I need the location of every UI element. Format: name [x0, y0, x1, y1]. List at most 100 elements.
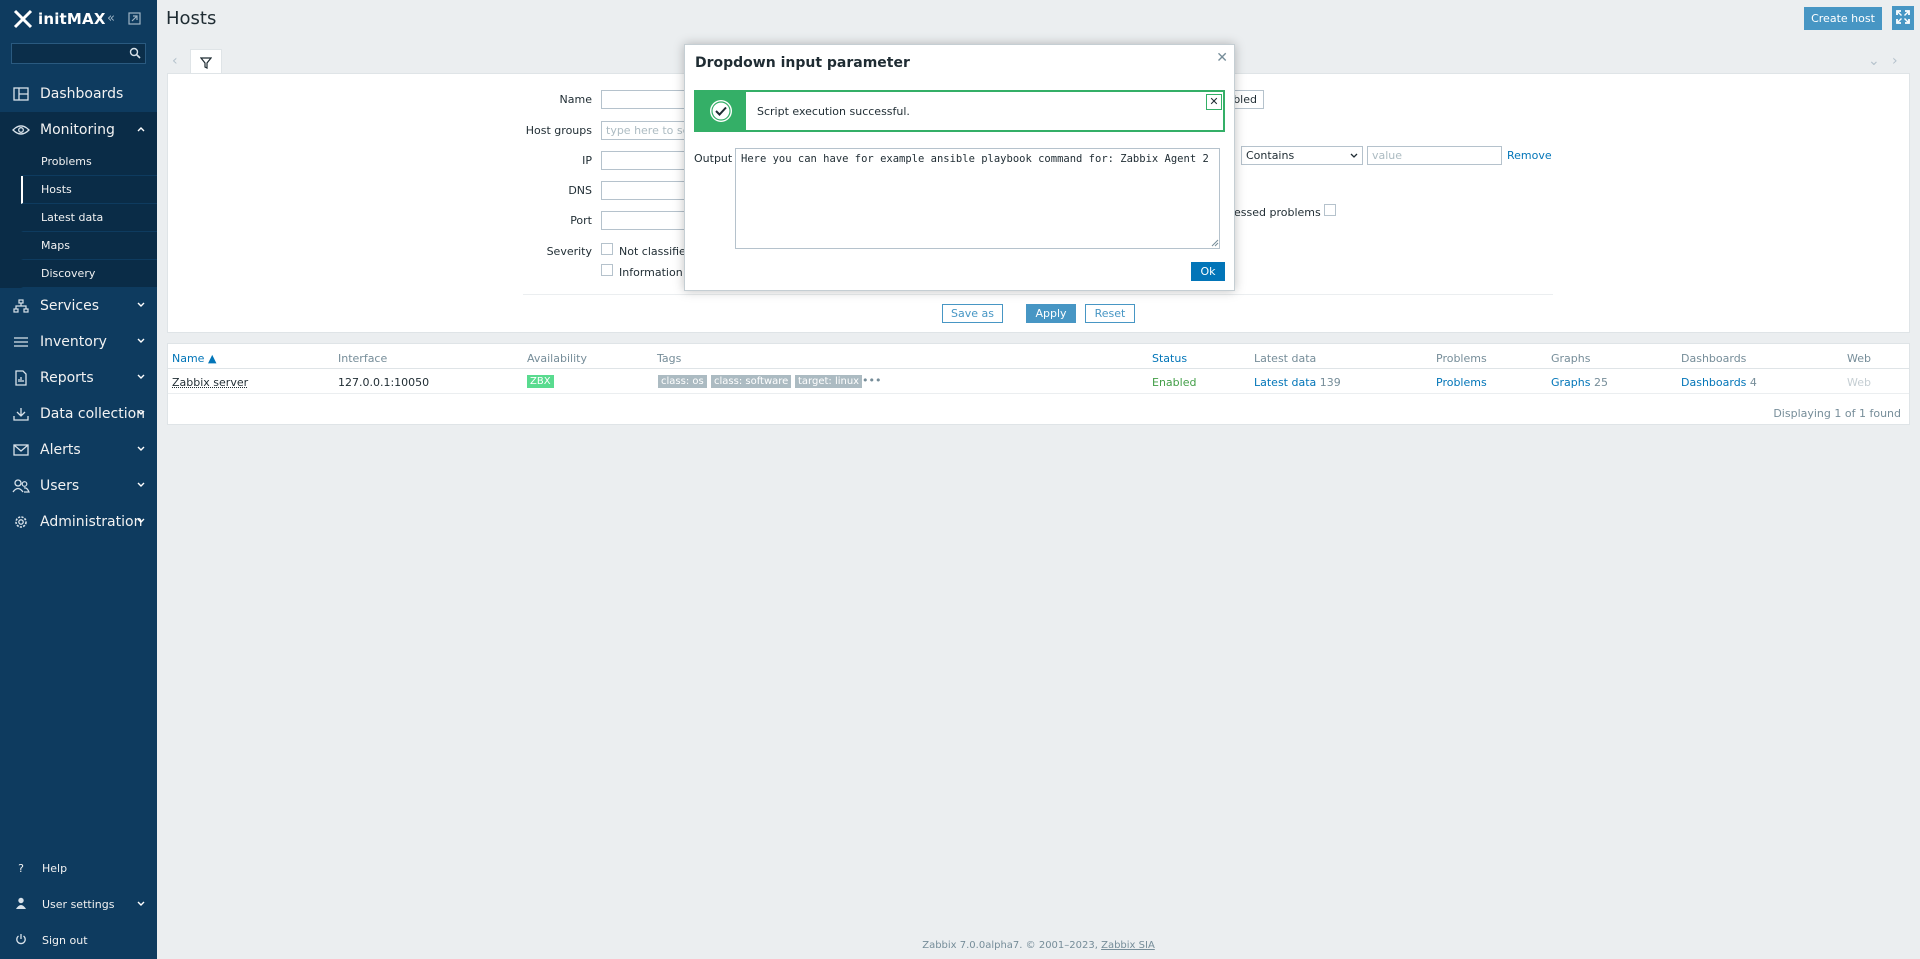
footer-text: Zabbix 7.0.0alpha7. © 2001–2023, [922, 940, 1102, 951]
host-tag[interactable]: class: os [658, 375, 707, 388]
chevron-left-icon[interactable]: ‹ [172, 53, 178, 69]
filter-divider [523, 294, 1553, 295]
show-suppressed-checkbox[interactable] [1324, 204, 1336, 216]
initmax-logo-icon [13, 9, 33, 29]
menu-item-reports[interactable]: Reports [0, 360, 157, 396]
reports-icon [12, 369, 30, 387]
header-divider [168, 368, 1909, 369]
apply-button[interactable]: Apply [1026, 304, 1076, 323]
ip-label: IP [582, 154, 592, 167]
tag-operator-select[interactable]: Contains [1241, 146, 1363, 165]
check-circle-icon [710, 100, 732, 122]
severity-not-classified-checkbox[interactable] [601, 243, 613, 255]
menu-item-users[interactable]: Users [0, 468, 157, 504]
sidebar: initMAX « Dashboards Monitoring Problems… [0, 0, 157, 959]
chevron-down-icon[interactable]: ⌄ [1868, 53, 1880, 69]
monitoring-submenu: Problems Hosts Latest data Maps Discover… [0, 148, 157, 288]
eye-icon [12, 121, 30, 139]
output-label: Output [694, 152, 733, 165]
sidebar-search-input[interactable] [11, 43, 146, 64]
menu-item-services[interactable]: Services [0, 288, 157, 324]
dashboards-link[interactable]: Dashboards [1681, 376, 1746, 389]
ok-button[interactable]: Ok [1191, 262, 1225, 281]
menu-item-administration[interactable]: Administration [0, 504, 157, 540]
chevron-down-icon [137, 302, 145, 307]
list-icon [12, 333, 30, 351]
menu-item-dashboards[interactable]: Dashboards [0, 76, 157, 112]
latest-data-link[interactable]: Latest data [1254, 376, 1316, 389]
menu-item-monitoring[interactable]: Monitoring [0, 112, 157, 148]
submenu-item-discovery[interactable]: Discovery [21, 260, 157, 288]
power-icon [14, 933, 28, 948]
sidebar-bottom-menu: ? Help User settings Sign out [0, 850, 157, 958]
submenu-item-maps[interactable]: Maps [21, 232, 157, 260]
column-header-interface: Interface [338, 352, 388, 365]
submenu-item-problems[interactable]: Problems [21, 148, 157, 176]
host-name-link[interactable]: Zabbix server [172, 376, 248, 389]
submenu-item-latest-data[interactable]: Latest data [21, 204, 157, 232]
dialog-close-icon[interactable]: ✕ [1216, 50, 1228, 66]
problems-link[interactable]: Problems [1436, 376, 1487, 389]
chevron-down-icon [137, 338, 145, 343]
download-icon [12, 405, 30, 423]
message-close-icon[interactable]: ✕ [1206, 94, 1222, 110]
main-menu: Dashboards Monitoring Problems Hosts Lat… [0, 76, 157, 540]
submenu-item-hosts[interactable]: Hosts [21, 176, 157, 204]
graphs-link[interactable]: Graphs [1551, 376, 1590, 389]
brand-name: initMAX [38, 10, 106, 28]
menu-label: Inventory [40, 334, 107, 350]
success-icon-box [696, 92, 746, 130]
menu-label: Reports [40, 370, 94, 386]
more-tags-button[interactable]: ••• [862, 374, 881, 387]
menu-label: Users [40, 478, 80, 494]
help-icon: ? [18, 861, 24, 875]
kiosk-sidebar-icon[interactable] [128, 12, 141, 25]
column-header-status[interactable]: Status [1152, 352, 1187, 365]
chevron-right-icon[interactable]: › [1892, 53, 1898, 69]
success-message: Script execution successful. ✕ [694, 90, 1225, 132]
graphs-count: 25 [1593, 376, 1608, 389]
port-label: Port [570, 214, 592, 227]
column-header-problems: Problems [1436, 352, 1487, 365]
fullscreen-button[interactable] [1892, 6, 1914, 30]
menu-item-data-collection[interactable]: Data collection [0, 396, 157, 432]
page-footer: Zabbix 7.0.0alpha7. © 2001–2023, Zabbix … [157, 940, 1920, 951]
collapse-sidebar-icon[interactable]: « [107, 11, 115, 26]
host-status[interactable]: Enabled [1152, 376, 1196, 389]
services-icon [12, 297, 30, 315]
host-groups-label: Host groups [525, 124, 592, 137]
host-tag[interactable]: class: software [711, 375, 792, 388]
web-cell: Web [1847, 376, 1871, 389]
latest-data-cell: Latest data 139 [1254, 376, 1341, 389]
column-header-latest-data: Latest data [1254, 352, 1317, 365]
column-header-name[interactable]: Name ▲ [172, 352, 216, 365]
footer-company-link[interactable]: Zabbix SIA [1101, 940, 1155, 951]
menu-item-sign-out[interactable]: Sign out [0, 922, 157, 958]
dashboards-icon [12, 85, 30, 103]
reset-button[interactable]: Reset [1085, 304, 1135, 323]
output-textarea[interactable]: Here you can have for example ansible pl… [735, 148, 1220, 249]
create-host-button[interactable]: Create host [1804, 7, 1882, 30]
tag-operator-value: Contains [1246, 149, 1295, 162]
show-suppressed-label: essed problems [1234, 206, 1321, 219]
zbx-availability-badge[interactable]: ZBX [527, 375, 554, 388]
menu-item-alerts[interactable]: Alerts [0, 432, 157, 468]
tag-remove-link[interactable]: Remove [1507, 149, 1552, 162]
filter-tab[interactable] [190, 49, 222, 75]
menu-item-inventory[interactable]: Inventory [0, 324, 157, 360]
page-title: Hosts [166, 8, 217, 29]
resize-handle-icon[interactable] [1211, 239, 1219, 247]
save-as-button[interactable]: Save as [942, 304, 1003, 323]
problems-cell: Problems [1436, 376, 1487, 389]
search-icon[interactable] [129, 47, 141, 59]
tag-value-input[interactable]: value [1367, 146, 1502, 165]
menu-label: User settings [42, 897, 115, 911]
menu-item-user-settings[interactable]: User settings [0, 886, 157, 922]
severity-label: Severity [546, 245, 592, 258]
severity-information-checkbox[interactable] [601, 264, 613, 276]
menu-label: Administration [40, 514, 143, 530]
chevron-down-icon [1350, 153, 1358, 158]
menu-item-help[interactable]: ? Help [0, 850, 157, 886]
host-tag[interactable]: target: linux [795, 375, 863, 388]
menu-label: Help [42, 861, 68, 875]
